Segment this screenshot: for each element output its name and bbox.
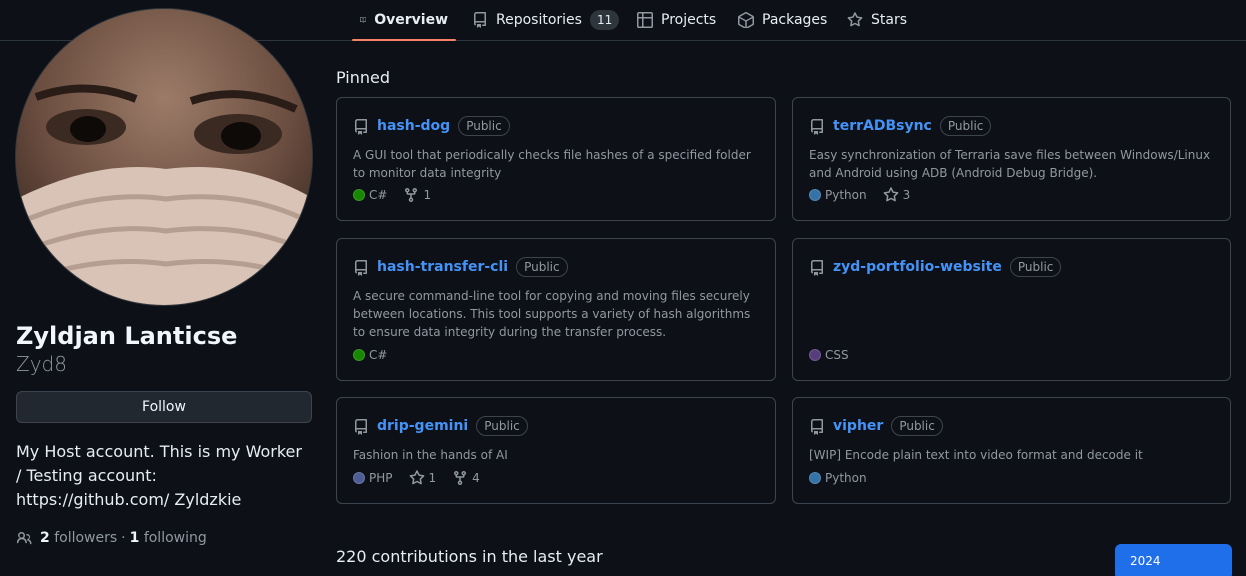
tab-label: Overview — [374, 12, 448, 28]
followers-count: 2 — [40, 530, 50, 546]
repo-count-badge: 11 — [589, 10, 620, 30]
profile-bio: My Host account. This is my Worker / Tes… — [16, 442, 302, 509]
repo-icon — [355, 419, 367, 435]
visibility-badge: Public — [939, 116, 992, 136]
pinned-repo-card: zyd-portfolio-website Public CSS — [792, 238, 1231, 381]
contributions-summary: 220 contributions in the last year — [336, 547, 603, 566]
forks-count: 4 — [472, 471, 480, 485]
language-name: Python — [825, 188, 867, 202]
table-icon — [637, 12, 653, 28]
repo-description: [WIP] Encode plain text into video forma… — [809, 448, 1143, 462]
followers-label: followers — [54, 530, 118, 546]
fork-icon — [454, 470, 467, 486]
language-color-dot — [809, 349, 821, 361]
repo-language: Python — [809, 186, 867, 204]
tab-label: Projects — [661, 12, 717, 28]
avatar-image — [16, 9, 312, 305]
package-icon — [738, 12, 754, 28]
follow-separator: · — [121, 530, 126, 546]
follow-stats: 2 followers · 1 following — [16, 528, 207, 548]
people-icon — [16, 532, 32, 545]
repo-name-link[interactable]: hash-dog — [377, 118, 450, 134]
language-name: Python — [825, 471, 867, 485]
pinned-repo-card: vipher Public [WIP] Encode plain text in… — [792, 397, 1231, 504]
repo-name-link[interactable]: drip-gemini — [377, 418, 468, 434]
star-icon — [847, 12, 863, 27]
repo-name-link[interactable]: vipher — [833, 418, 883, 434]
language-name: C# — [369, 188, 388, 202]
visibility-badge: Public — [891, 416, 943, 436]
language-color-dot — [353, 472, 365, 484]
tab-stars[interactable]: Stars — [839, 0, 915, 40]
follow-button[interactable]: Follow — [16, 391, 312, 423]
stars-count: 1 — [428, 471, 437, 485]
repo-icon — [355, 260, 367, 276]
language-color-dot — [353, 189, 365, 201]
repo-description: A GUI tool that periodically checks file… — [353, 148, 751, 180]
visibility-badge: Public — [1009, 257, 1062, 277]
repo-language: CSS — [809, 346, 849, 364]
book-icon — [360, 17, 367, 23]
forks-link[interactable]: 4 — [452, 469, 480, 487]
repo-language: PHP — [353, 469, 393, 487]
pinned-repo-card: drip-gemini Public Fashion in the hands … — [336, 397, 776, 504]
following-count: 1 — [129, 530, 140, 546]
stars-link[interactable]: 3 — [883, 186, 911, 204]
repo-icon — [811, 419, 823, 435]
tab-label: Packages — [762, 12, 828, 28]
stars-link[interactable]: 1 — [409, 469, 437, 487]
repo-icon — [474, 12, 486, 28]
pinned-repo-card: hash-transfer-cli Public A secure comman… — [336, 238, 776, 381]
pinned-repo-card: terrADBsync Public Easy synchronization … — [792, 97, 1231, 221]
visibility-badge: Public — [458, 116, 510, 136]
language-name: CSS — [825, 348, 849, 362]
tab-packages[interactable]: Packages — [730, 0, 835, 40]
tab-label: Stars — [871, 12, 908, 28]
language-color-dot — [353, 349, 365, 361]
stars-count: 3 — [902, 188, 911, 202]
following-link[interactable]: 1 following — [130, 528, 207, 548]
forks-link[interactable]: 1 — [403, 186, 431, 204]
following-label: following — [143, 530, 207, 546]
followers-link[interactable]: 2 followers — [40, 528, 117, 548]
year-selector-2024[interactable]: 2024 — [1115, 544, 1232, 576]
profile-full-name: Zyldjan Lanticse — [16, 322, 238, 350]
language-name: PHP — [369, 471, 393, 485]
repo-description: A secure command-line tool for copying a… — [353, 289, 751, 339]
language-color-dot — [809, 189, 821, 201]
repo-language: C# — [353, 346, 387, 364]
repo-name-link[interactable]: terrADBsync — [833, 118, 932, 134]
tab-label: Repositories — [496, 12, 582, 28]
star-icon — [883, 187, 898, 202]
repo-name-link[interactable]: hash-transfer-cli — [377, 259, 508, 275]
repo-name-link[interactable]: zyd-portfolio-website — [833, 259, 1002, 275]
pinned-repo-card: hash-dog Public A GUI tool that periodic… — [336, 97, 776, 221]
tab-projects[interactable]: Projects — [629, 0, 724, 40]
repo-icon — [355, 119, 367, 135]
repo-description: Easy synchronization of Terraria save fi… — [809, 148, 1211, 180]
language-name: C# — [369, 348, 388, 362]
tab-repositories[interactable]: Repositories 11 — [464, 0, 627, 40]
pinned-heading: Pinned — [336, 68, 391, 87]
language-color-dot — [809, 472, 821, 484]
repo-language: C# — [353, 186, 387, 204]
repo-language: Python — [809, 469, 867, 487]
avatar[interactable] — [15, 8, 313, 306]
visibility-badge: Public — [476, 416, 528, 436]
repo-description: Fashion in the hands of AI — [353, 448, 508, 462]
fork-icon — [405, 187, 418, 203]
tab-overview[interactable]: Overview — [352, 0, 456, 41]
star-icon — [409, 470, 424, 485]
repo-icon — [811, 260, 823, 276]
forks-count: 1 — [423, 188, 432, 202]
repo-icon — [811, 119, 823, 135]
visibility-badge: Public — [516, 257, 568, 277]
profile-username: Zyd8 — [16, 352, 67, 376]
